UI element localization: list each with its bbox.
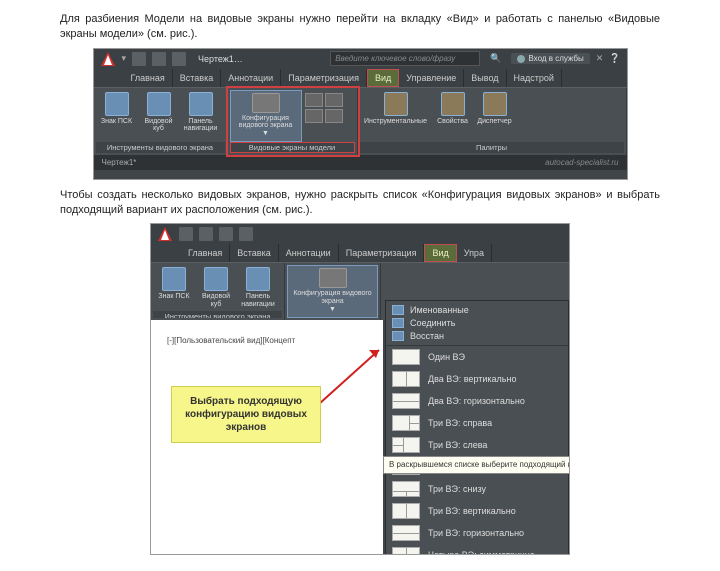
screenshot-2: Главная Вставка Аннотации Параметризация… <box>150 223 570 555</box>
qat-2 <box>151 224 569 244</box>
tab-parametric[interactable]: Параметризация <box>281 69 367 87</box>
tab2-parametric[interactable]: Параметризация <box>339 244 425 262</box>
viewport-config-button[interactable]: Конфигурация видового экрана▼ <box>230 90 302 142</box>
dd-item-three-h[interactable]: Три ВЭ: горизонтально <box>386 522 568 544</box>
qat-save-icon[interactable] <box>172 52 186 66</box>
qat-open-2[interactable] <box>199 227 213 241</box>
navbar-2[interactable]: Панель навигации <box>237 265 279 310</box>
search-icon[interactable]: 🔍 <box>490 53 501 64</box>
login-button[interactable]: Вход в службы <box>511 53 589 64</box>
qat-new-2[interactable] <box>179 227 193 241</box>
tab2-home[interactable]: Главная <box>181 244 230 262</box>
palettes-tool-button[interactable]: Инструментальные <box>360 90 432 142</box>
tab-output[interactable]: Вывод <box>464 69 506 87</box>
viewport-config-dropdown: Именованные Соединить Восстан Один ВЭ Дв… <box>385 300 569 555</box>
dd-named[interactable]: Именованные <box>392 305 562 315</box>
ribbon-body: Знак ПСК Видовой куб Панель навигации Ин… <box>94 87 627 155</box>
viewport-config-button-2[interactable]: Конфигурация видового экрана▼ <box>287 265 378 318</box>
callout-note: Выбрать подходящую конфигурацию видовых … <box>171 386 321 443</box>
dd-item-four[interactable]: Четыре ВЭ: симметрично <box>386 544 568 555</box>
tooltip-hint: В раскрывшемся списке выберите подходящи… <box>383 456 570 474</box>
navbar-button[interactable]: Панель навигации <box>180 90 222 142</box>
app-logo-icon-2 <box>157 226 173 242</box>
menu-chevron-icon[interactable]: ▾ <box>122 53 127 64</box>
panel-title-model-viewports: Видовые экраны модели <box>230 142 355 153</box>
quick-access-toolbar: ▾ Чертеж1… Введите ключевое слово/фразу … <box>94 49 627 69</box>
help-icon[interactable]: ❔ <box>609 53 620 64</box>
tab-manage[interactable]: Управление <box>399 69 464 87</box>
dd-item-three-v[interactable]: Три ВЭ: вертикально <box>386 500 568 522</box>
tab-annotate[interactable]: Аннотации <box>221 69 281 87</box>
ribbon-tabs-2: Главная Вставка Аннотации Параметризация… <box>151 244 569 262</box>
qat-open-icon[interactable] <box>152 52 166 66</box>
viewport-mini-buttons[interactable] <box>302 90 346 142</box>
tab-view[interactable]: Вид <box>367 69 399 87</box>
tab2-view[interactable]: Вид <box>424 244 456 262</box>
qat-save-2[interactable] <box>219 227 233 241</box>
panel-title-viewport-tools: Инструменты видового экрана <box>96 142 225 153</box>
footer-bar-1: Чертеж1* autocad-specialist.ru <box>94 155 627 170</box>
dd-item-two-h[interactable]: Два ВЭ: горизонтально <box>386 390 568 412</box>
manager-button[interactable]: Диспетчер <box>474 90 516 142</box>
footer-doc: Чертеж1* <box>102 158 137 167</box>
footer-watermark: autocad-specialist.ru <box>545 158 618 167</box>
exchange-icon[interactable]: ✕ <box>596 53 604 64</box>
dd-item-three-bottom[interactable]: Три ВЭ: снизу <box>386 478 568 500</box>
tab-insert[interactable]: Вставка <box>173 69 221 87</box>
search-input[interactable]: Введите ключевое слово/фразу <box>330 51 480 66</box>
properties-button[interactable]: Свойства <box>432 90 474 142</box>
ucs-2[interactable]: Знак ПСК <box>153 265 195 310</box>
qat-undo-2[interactable] <box>239 227 253 241</box>
tab-addins[interactable]: Надстрой <box>507 69 562 87</box>
document-title: Чертеж1… <box>198 54 243 64</box>
dd-item-two-v[interactable]: Два ВЭ: вертикально <box>386 368 568 390</box>
intro-paragraph-2: Чтобы создать несколько видовых экранов,… <box>60 188 660 218</box>
ucs-icon-button[interactable]: Знак ПСК <box>96 90 138 142</box>
panel-title-2a: Инструменты видового экрана <box>153 311 282 319</box>
panel-title-palettes: Палитры <box>360 142 624 153</box>
dd-join[interactable]: Соединить <box>392 318 562 328</box>
qat-new-icon[interactable] <box>132 52 146 66</box>
tab2-more[interactable]: Упра <box>457 244 492 262</box>
app-logo-icon <box>100 51 116 67</box>
viewport-status-label[interactable]: [-][Пользовательский вид][Концепт <box>165 336 297 345</box>
screenshot-1: ▾ Чертеж1… Введите ключевое слово/фразу … <box>93 48 628 180</box>
dd-item-single[interactable]: Один ВЭ <box>386 346 568 368</box>
tab2-annotate[interactable]: Аннотации <box>279 244 339 262</box>
tab-home[interactable]: Главная <box>124 69 173 87</box>
dd-item-three-right[interactable]: Три ВЭ: справа <box>386 412 568 434</box>
ribbon-tabs: Главная Вставка Аннотации Параметризация… <box>94 69 627 87</box>
dd-restore[interactable]: Восстан <box>392 331 562 341</box>
dd-item-three-left[interactable]: Три ВЭ: слева <box>386 434 568 456</box>
viewcube-2[interactable]: Видовой куб <box>195 265 237 310</box>
tab2-insert[interactable]: Вставка <box>230 244 278 262</box>
intro-paragraph-1: Для разбиения Модели на видовые экраны н… <box>60 12 660 42</box>
viewcube-button[interactable]: Видовой куб <box>138 90 180 142</box>
